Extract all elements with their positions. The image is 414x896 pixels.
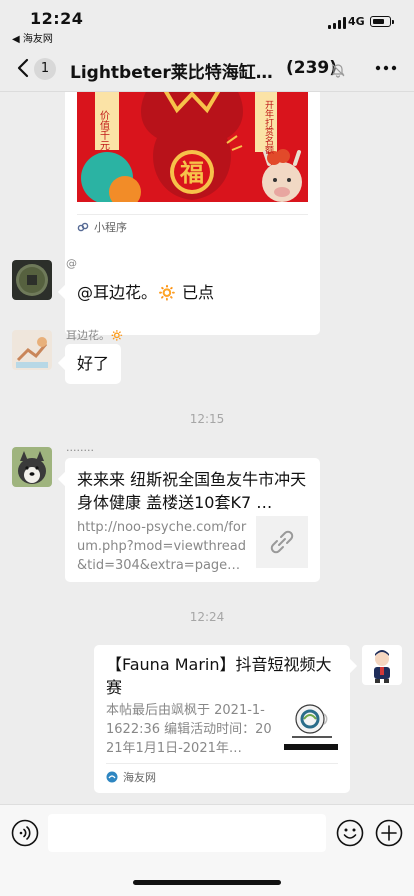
avatar-coin[interactable] — [12, 260, 52, 300]
link-message-card[interactable]: 【Fauna Marin】抖音短视频大赛 本帖最后由飒枫于 2021-1-162… — [94, 645, 350, 793]
message-text-field[interactable] — [48, 814, 326, 852]
battery-icon — [370, 16, 394, 27]
signal-icon — [328, 17, 346, 29]
mini-program-icon — [77, 222, 89, 232]
home-indicator — [133, 880, 281, 885]
link-thumbnail — [284, 698, 338, 752]
avatar-dog[interactable] — [12, 447, 52, 487]
network-type: 4G — [348, 15, 365, 28]
mini-program-footer: 小程序 — [77, 219, 127, 235]
message-text: @耳边花。🔅 已点 — [77, 283, 215, 302]
text-message-bubble[interactable]: @耳边花。🔅 已点 — [65, 273, 227, 313]
link-title: 【Fauna Marin】抖音短视频大赛 — [106, 655, 332, 697]
status-bar: 12:24 ◀ 海友网 4G — [0, 0, 414, 46]
voice-input-icon[interactable] — [11, 819, 39, 847]
link-icon — [270, 530, 294, 554]
avatar-self[interactable] — [362, 645, 402, 685]
card-divider — [106, 763, 338, 764]
sender-name: @ — [66, 257, 77, 270]
link-description: 本帖最后由飒枫于 2021-1-1622:36 编辑活动时间：2021年1月1日… — [106, 703, 272, 756]
more-options-icon[interactable] — [372, 58, 400, 78]
chat-header: 1 Lightbeter莱比特海缸灯… (239) — [0, 46, 414, 92]
mute-bell-icon — [331, 63, 345, 78]
timestamp: 12:24 — [189, 610, 225, 624]
status-time: 12:24 — [30, 9, 84, 28]
sender-name: ........ — [66, 441, 94, 454]
unread-badge[interactable]: 1 — [34, 58, 56, 80]
red-envelope-image: 福 价值千元 开年打赏名额 — [77, 92, 308, 202]
site-logo-icon — [106, 771, 118, 783]
link-message-card[interactable]: 来来来 纽斯祝全国鱼友牛市冲天 身体健康 盖楼送10套K7 … http://n… — [65, 458, 320, 582]
link-source-label: 海友网 — [123, 771, 156, 784]
timestamp: 12:15 — [189, 412, 225, 426]
card-divider — [77, 214, 308, 215]
sender-name: 耳边花。🔅 — [66, 329, 124, 342]
envelope-side-text-left: 价值千元 — [98, 110, 110, 150]
avatar-user[interactable] — [12, 330, 52, 370]
mini-program-label: 小程序 — [94, 221, 127, 234]
emoji-icon[interactable] — [336, 819, 364, 847]
chat-message-list[interactable]: 福 价值千元 开年打赏名额 小程序 @ @耳边花。🔅 已点 耳边花。🔅 好了 1… — [0, 92, 414, 804]
text-message-bubble[interactable]: 好了 — [65, 344, 122, 384]
link-thumbnail — [256, 516, 308, 568]
back-to-app-link[interactable]: ◀ 海友网 — [12, 30, 53, 45]
chat-title: Lightbeter莱比特海缸灯… — [70, 63, 282, 83]
envelope-side-text-right: 开年打赏名额 — [263, 100, 274, 155]
fu-character: 福 — [179, 159, 204, 187]
plus-icon[interactable] — [375, 819, 403, 847]
link-title: 来来来 纽斯祝全国鱼友牛市冲天 身体健康 盖楼送10套K7 … — [77, 470, 307, 512]
message-text: 好了 — [77, 354, 110, 373]
link-source: 海友网 — [106, 769, 156, 785]
link-description: http://noo-psyche.com/forum.php?mod=view… — [77, 520, 247, 573]
back-arrow-icon[interactable] — [12, 56, 36, 80]
